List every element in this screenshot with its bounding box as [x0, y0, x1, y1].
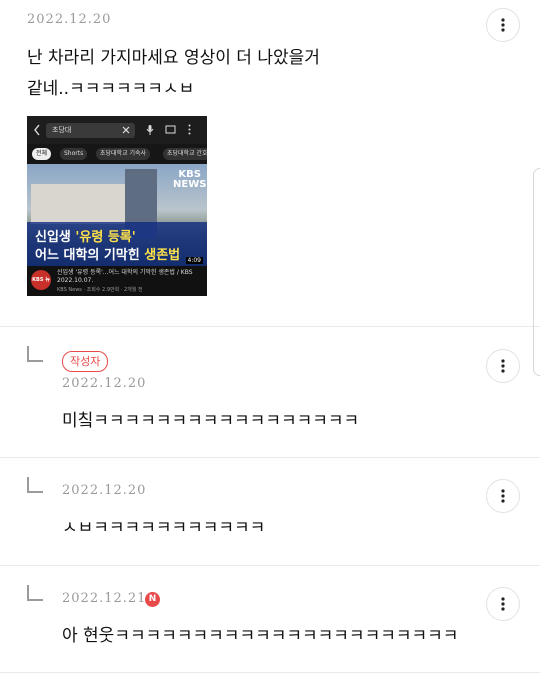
comment-text-line: 같네..ㅋㅋㅋㅋㅋㅋㅅㅂ: [27, 79, 195, 99]
chip: 초당대학교 간호: [163, 148, 207, 160]
reply-arrow-icon: [27, 585, 43, 601]
video-duration: 4:09: [185, 257, 203, 264]
video-meta: KBS 뉴스 신입생 '유령 등록'...어느 대학의 기막힌 생존법 / KB…: [27, 266, 207, 296]
more-options-button[interactable]: [486, 479, 520, 513]
more-vertical-icon: [188, 124, 191, 135]
comment-date: 2022.12.20: [62, 483, 147, 498]
chip: 초당대학교 기숙사: [96, 148, 151, 160]
new-badge: N: [145, 592, 160, 607]
more-vertical-icon: [501, 359, 505, 373]
comment-text: 아 현웃ㅋㅋㅋㅋㅋㅋㅋㅋㅋㅋㅋㅋㅋㅋㅋㅋㅋㅋㅋㅋㅋㅋ: [62, 626, 459, 646]
chip: Shorts: [60, 148, 88, 160]
caption-line-1: 신입생 '유령 등록': [35, 230, 136, 245]
filter-chips: 전체 Shorts 초당대학교 기숙사 초당대학교 간호: [27, 144, 207, 164]
comment-1: 2022.12.20 난 차라리 가지마세요 영상이 더 나았을거 같네..ㅋㅋ…: [0, 0, 540, 326]
scroll-handle[interactable]: [533, 168, 540, 376]
attached-image[interactable]: 초당대 전체 Shorts 초당대학교 기숙사 초당대학교 간호 KBS NEW…: [27, 116, 207, 296]
more-vertical-icon: [501, 489, 505, 503]
video-thumbnail: KBS NEWS 신입생 '유령 등록' 어느 대학의 기막힌 생존법 4:09: [27, 164, 207, 266]
channel-avatar: KBS 뉴스: [31, 270, 51, 290]
comment-2: 작성자 2022.12.20 미칰ㅋㅋㅋㅋㅋㅋㅋㅋㅋㅋㅋㅋㅋㅋㅋㅋㅋ: [0, 327, 540, 457]
cast-icon: [165, 125, 176, 134]
close-icon: [122, 126, 130, 134]
comment-date: 2022.12.20: [62, 376, 147, 391]
youtube-search-bar: 초당대: [27, 116, 207, 144]
author-badge: 작성자: [62, 351, 109, 372]
more-options-button[interactable]: [486, 587, 520, 621]
comment-text-line: 난 차라리 가지마세요 영상이 더 나았을거: [27, 48, 320, 68]
comment-4: 2022.12.21 N 아 현웃ㅋㅋㅋㅋㅋㅋㅋㅋㅋㅋㅋㅋㅋㅋㅋㅋㅋㅋㅋㅋㅋㅋ: [0, 566, 540, 674]
chip: 전체: [32, 148, 52, 160]
caption-line-2: 어느 대학의 기막힌 생존법: [35, 248, 181, 263]
building-shape: [31, 184, 131, 224]
divider: [0, 672, 540, 673]
kbs-news-logo: KBS NEWS: [173, 169, 207, 190]
comment-text: ㅅㅂㅋㅋㅋㅋㅋㅋㅋㅋㅋㅋㅋ: [62, 518, 266, 538]
comment-date: 2022.12.20: [27, 12, 112, 27]
mic-icon: [146, 125, 154, 135]
reply-arrow-icon: [27, 346, 43, 362]
comment-3: 2022.12.20 ㅅㅂㅋㅋㅋㅋㅋㅋㅋㅋㅋㅋㅋ: [0, 458, 540, 565]
more-vertical-icon: [501, 597, 505, 611]
back-arrow-icon: [34, 124, 40, 136]
reply-arrow-icon: [27, 477, 43, 493]
video-subtitle: KBS News · 조회수 2.9만회 · 2개월 전: [57, 287, 143, 293]
more-options-button[interactable]: [486, 349, 520, 383]
comment-text: 미칰ㅋㅋㅋㅋㅋㅋㅋㅋㅋㅋㅋㅋㅋㅋㅋㅋㅋ: [62, 411, 360, 431]
video-title: 신입생 '유령 등록'...어느 대학의 기막힌 생존법 / KBS 2022.…: [57, 269, 193, 284]
more-options-button[interactable]: [486, 8, 520, 42]
more-vertical-icon: [501, 18, 505, 32]
comment-date: 2022.12.21: [62, 591, 147, 606]
